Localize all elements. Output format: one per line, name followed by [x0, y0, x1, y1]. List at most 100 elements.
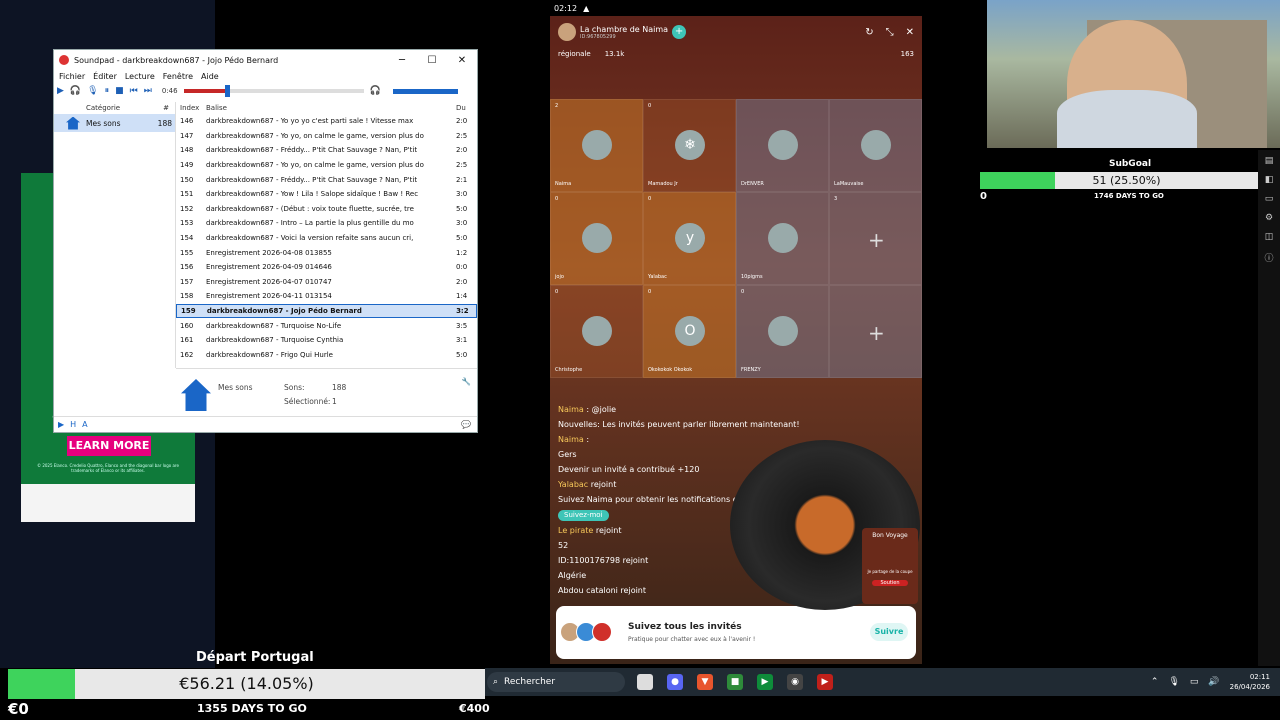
chat-user[interactable]: Naima: [558, 435, 584, 444]
row-index: 157: [180, 277, 194, 286]
seek-handle[interactable]: [224, 85, 230, 97]
chat-icon[interactable]: 💬: [461, 420, 471, 429]
auto-icon[interactable]: A: [82, 420, 87, 429]
guest-seat[interactable]: 0 FRENZY: [736, 285, 829, 378]
camera-icon[interactable]: ◧: [1265, 175, 1274, 185]
sound-row[interactable]: 151 darkbreakdown687 - Yow ! Lila ! Salo…: [176, 187, 477, 202]
sound-row[interactable]: 155 Enregistrement 2026-04-08 013855 1:2: [176, 245, 477, 260]
guest-seat[interactable]: DrENVER: [736, 99, 829, 192]
close-room-icon[interactable]: ✕: [906, 27, 914, 38]
menu-fichier[interactable]: Fichier: [59, 72, 85, 81]
name-header[interactable]: Balise: [206, 104, 456, 112]
mic-icon[interactable]: 🎙: [1168, 677, 1179, 687]
guest-seat[interactable]: 2 Naima: [550, 99, 643, 192]
info-icon[interactable]: ⓘ: [1264, 251, 1273, 264]
follow-all-button[interactable]: Suivre: [870, 623, 908, 641]
app-icon[interactable]: ■: [727, 674, 743, 690]
brave-icon[interactable]: ▼: [697, 674, 713, 690]
layers-icon[interactable]: ◫: [1265, 232, 1274, 242]
volume-slider[interactable]: [392, 88, 458, 94]
folder-icon[interactable]: ▭: [1265, 194, 1274, 204]
discord-icon[interactable]: ●: [667, 674, 683, 690]
sound-row[interactable]: 150 darkbreakdown687 - Fréddy... P'tit C…: [176, 172, 477, 187]
sound-row[interactable]: 158 Enregistrement 2026-04-11 013154 1:4: [176, 289, 477, 304]
wrench-icon[interactable]: 🔧: [462, 377, 471, 386]
room-stats: régionale 13.1k 163: [558, 50, 914, 58]
guest-seat[interactable]: 0 Christophe: [550, 285, 643, 378]
follow-me-button[interactable]: Suivez-moi: [558, 510, 609, 521]
headphones-volume-icon[interactable]: 🎧: [370, 86, 381, 96]
headphones-icon[interactable]: 🎧: [70, 86, 81, 96]
task-view-icon[interactable]: [637, 674, 653, 690]
add-seat-icon[interactable]: +: [868, 321, 885, 345]
maximize-icon[interactable]: ☐: [417, 55, 447, 66]
guest-seat[interactable]: LaMauvaise: [829, 99, 922, 192]
next-icon[interactable]: ⏭: [144, 86, 152, 96]
sound-row[interactable]: 159 darkbreakdown687 - Jojo Pédo Bernard…: [176, 303, 477, 319]
chevron-up-icon[interactable]: ⌃: [1151, 677, 1159, 687]
play-icon[interactable]: ▶: [57, 86, 64, 96]
menu-aide[interactable]: Aide: [201, 72, 219, 81]
guest-seat[interactable]: 0 y Yalabac: [643, 192, 736, 285]
learn-more-button[interactable]: LEARN MORE: [67, 436, 151, 456]
duration-header[interactable]: Du: [456, 104, 466, 112]
menu-fenetre[interactable]: Fenêtre: [163, 72, 193, 81]
sound-row[interactable]: 161 darkbreakdown687 - Turquoise Cynthia…: [176, 333, 477, 348]
network-icon[interactable]: ▭: [1190, 677, 1199, 687]
stop-icon[interactable]: ■: [115, 86, 124, 96]
soundpad-window[interactable]: Soundpad - darkbreakdown687 - Jojo Pédo …: [53, 49, 478, 433]
sound-row[interactable]: 149 darkbreakdown687 - Yo yo, on calme l…: [176, 158, 477, 173]
viewer-count[interactable]: 163: [901, 50, 914, 58]
play-small-icon[interactable]: ▶: [58, 420, 64, 429]
sound-row[interactable]: 157 Enregistrement 2026-04-07 010747 2:0: [176, 275, 477, 290]
category-mes-sons[interactable]: Mes sons 188: [54, 114, 175, 132]
category-header[interactable]: Catégorie: [86, 104, 120, 112]
gear-icon[interactable]: ⚙: [1265, 213, 1273, 223]
guest-seat[interactable]: +: [829, 285, 922, 378]
index-header[interactable]: Index: [176, 104, 206, 112]
guest-seat[interactable]: 10pigms: [736, 192, 829, 285]
chat-user[interactable]: Yalabac: [558, 480, 588, 489]
guest-seat[interactable]: 0 ❄ Mamadou Jr: [643, 99, 736, 192]
gift-support-button[interactable]: Soutien: [872, 580, 908, 586]
webcam-feed: [987, 0, 1280, 148]
minimize-icon[interactable]: ─: [387, 55, 417, 66]
menu-editer[interactable]: Éditer: [93, 72, 117, 81]
sound-row[interactable]: 156 Enregistrement 2026-04-09 014646 0:0: [176, 260, 477, 275]
menu-lecture[interactable]: Lecture: [125, 72, 155, 81]
seek-bar[interactable]: [183, 85, 364, 97]
sound-row[interactable]: 154 darkbreakdown687 - Voici la version …: [176, 231, 477, 246]
play-app-icon[interactable]: ▶: [757, 674, 773, 690]
recorder-icon[interactable]: ◉: [787, 674, 803, 690]
previous-icon[interactable]: ⏮: [130, 86, 138, 96]
chart-icon[interactable]: ▤: [1265, 156, 1274, 166]
chat-user[interactable]: Le pirate: [558, 526, 593, 535]
volume-icon[interactable]: 🔊: [1208, 677, 1219, 687]
sound-row[interactable]: 160 darkbreakdown687 - Turquoise No-Life…: [176, 318, 477, 333]
follow-plus-icon[interactable]: +: [672, 25, 687, 39]
sound-row[interactable]: 147 darkbreakdown687 - Yo yo, on calme l…: [176, 129, 477, 144]
guest-seat[interactable]: 0 O Okokokok Okokok: [643, 285, 736, 378]
category-count-header[interactable]: #: [163, 104, 169, 112]
sound-row[interactable]: 162 darkbreakdown687 - Frigo Qui Hurle 5…: [176, 348, 477, 363]
hotkey-icon[interactable]: H: [70, 420, 76, 429]
room-avatar[interactable]: [558, 23, 576, 41]
taskbar-search[interactable]: ⌕ Rechercher: [487, 672, 625, 692]
share-icon[interactable]: ↻: [865, 27, 873, 38]
media-player-icon[interactable]: ▶: [817, 674, 833, 690]
sound-row[interactable]: 148 darkbreakdown687 - Fréddy... P'tit C…: [176, 143, 477, 158]
chat-user[interactable]: Naima: [558, 405, 584, 414]
microphone-icon[interactable]: 🎙: [87, 86, 98, 96]
clock[interactable]: 02:11 26/04/2026: [1230, 672, 1270, 692]
sound-row[interactable]: 153 darkbreakdown687 - Intro – La partie…: [176, 216, 477, 231]
close-icon[interactable]: ✕: [447, 55, 477, 66]
minimize-room-icon[interactable]: ⤡: [886, 27, 894, 38]
add-seat-icon[interactable]: +: [868, 228, 885, 252]
title-bar[interactable]: Soundpad - darkbreakdown687 - Jojo Pédo …: [54, 50, 477, 70]
pause-icon[interactable]: ⏸: [105, 86, 110, 96]
sound-row[interactable]: 146 darkbreakdown687 - Yo yo yo c'est pa…: [176, 114, 477, 129]
guest-seat[interactable]: 0 jojo: [550, 192, 643, 285]
guest-seat[interactable]: 3 +: [829, 192, 922, 285]
gift-card[interactable]: Bon Voyage Je partage de la coupe Soutie…: [862, 528, 918, 604]
sound-row[interactable]: 152 darkbreakdown687 - (Début : voix tou…: [176, 202, 477, 217]
